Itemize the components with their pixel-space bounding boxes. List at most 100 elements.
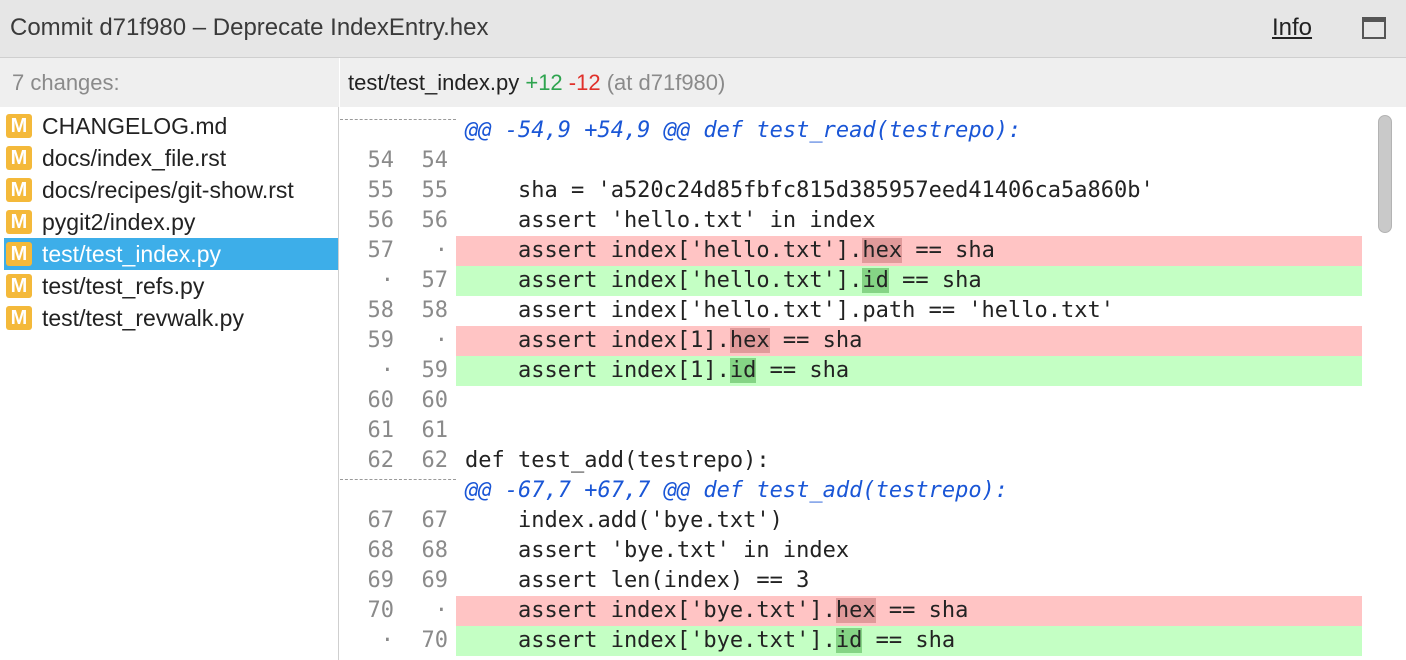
file-name: docs/recipes/git-show.rst	[42, 177, 294, 203]
new-line-number: 68	[421, 538, 449, 563]
old-line-number: 55	[367, 178, 395, 203]
new-line-number: 59	[421, 358, 449, 383]
new-line-number: 54	[421, 148, 449, 173]
old-line-number: 60	[367, 388, 395, 413]
code-prefix: assert index['hello.txt'].	[465, 238, 863, 263]
file-list-item[interactable]: Mtest/test_refs.py	[4, 270, 338, 302]
modified-status-badge: M	[6, 274, 32, 298]
new-line-number: 57	[421, 268, 449, 293]
file-list-item[interactable]: Mtest/test_index.py	[4, 238, 338, 270]
diff-line: 56 56 assert 'hello.txt' in index	[340, 206, 1362, 236]
removed-token-highlight: hex	[835, 598, 876, 623]
new-line-number: 56	[421, 208, 449, 233]
old-line-number: ·	[380, 628, 394, 653]
old-line-number: 68	[367, 538, 395, 563]
diff-header: test/test_index.py +12 -12 (at d71f980)	[340, 58, 1406, 107]
old-line-number: 70	[367, 598, 395, 623]
added-token-highlight: id	[729, 358, 757, 383]
diff-line: · 59 assert index[1].id == sha	[340, 356, 1362, 386]
diff-line: 55 55 sha = 'a520c24d85fbfc815d385957eed4…	[340, 176, 1362, 206]
file-name: docs/index_file.rst	[42, 145, 227, 171]
new-line-number: 70	[421, 628, 449, 653]
code-suffix: == sha	[862, 628, 956, 653]
modified-status-badge: M	[6, 178, 32, 202]
hunk-header: @@ -54,9 +54,9 @@ def test_read(testrepo…	[340, 116, 1362, 146]
code-text: sha = 'a520c24d85fbfc815d385957eed41406c…	[465, 178, 1154, 203]
commit-ref: (at d71f980)	[606, 70, 726, 95]
code-text: assert len(index) == 3	[465, 568, 810, 593]
diff-line: 67 67 index.add('bye.txt')	[340, 506, 1362, 536]
info-link[interactable]: Info	[1272, 14, 1312, 42]
modified-status-badge: M	[6, 306, 32, 330]
code-text: assert index[1].id == sha	[456, 356, 1362, 386]
new-line-number: 69	[421, 568, 449, 593]
new-line-number: ·	[434, 238, 448, 263]
changes-count: 7 changes:	[12, 70, 120, 95]
new-line-number: 67	[421, 508, 449, 533]
code-suffix: == sha	[902, 238, 995, 263]
new-line-number: 60	[421, 388, 449, 413]
file-list-item[interactable]: Mdocs/recipes/git-show.rst	[4, 174, 338, 206]
code-text: assert index['hello.txt'].hex == sha	[456, 236, 1362, 266]
code-text: index.add('bye.txt')	[465, 508, 783, 533]
diff-view[interactable]: @@ -54,9 +54,9 @@ def test_read(testrepo…	[340, 107, 1406, 660]
new-line-number: 58	[421, 298, 449, 323]
code-text: assert index['bye.txt'].hex == sha	[456, 596, 1362, 626]
changes-count-header: 7 changes:	[0, 58, 339, 107]
hunk-header: @@ -67,7 +67,7 @@ def test_add(testrepo)…	[340, 476, 1362, 506]
code-prefix: assert index['hello.txt'].	[465, 268, 863, 293]
diff-line: 61 61	[340, 416, 1362, 446]
file-list-item[interactable]: Mdocs/index_file.rst	[4, 142, 338, 174]
code-text: @@ -67,7 +67,7 @@ def test_add(testrepo)…	[465, 478, 1009, 503]
added-token-highlight: id	[862, 268, 889, 293]
code-suffix: == sha	[875, 598, 969, 623]
removed-token-highlight: hex	[729, 328, 770, 353]
modified-status-badge: M	[6, 242, 32, 266]
old-line-number: 61	[367, 418, 395, 443]
maximize-icon[interactable]	[1362, 17, 1386, 39]
file-list-item[interactable]: M CHANGELOG.md	[4, 110, 338, 142]
new-line-number: ·	[434, 328, 448, 353]
removed-token-highlight: hex	[862, 238, 903, 263]
additions-count: +12	[525, 70, 563, 95]
file-name: test/test_revwalk.py	[42, 305, 244, 331]
code-text: assert index['bye.txt'].id == sha	[456, 626, 1362, 656]
old-line-number: 58	[367, 298, 395, 323]
scrollbar-thumb[interactable]	[1378, 115, 1392, 233]
new-line-number: 55	[421, 178, 449, 203]
diff-line: 70 · assert index['bye.txt'].hex == sha	[340, 596, 1362, 626]
vertical-scrollbar[interactable]	[1362, 107, 1406, 660]
old-line-number: 69	[367, 568, 395, 593]
window-title: Commit d71f980 – Deprecate IndexEntry.he…	[10, 14, 489, 41]
code-text: assert index[1].hex == sha	[456, 326, 1362, 356]
new-line-number: ·	[434, 598, 448, 623]
code-prefix: assert index['bye.txt'].	[465, 628, 836, 653]
diff-line: 57 · assert index['hello.txt'].hex == sha	[340, 236, 1362, 266]
file-list: M CHANGELOG.md Mdocs/index_file.rst Mdocs/r…	[4, 110, 338, 334]
diff-line: 58 58 assert index['hello.txt'].path == '…	[340, 296, 1362, 326]
diff-file-name: test/test_index.py	[348, 70, 520, 95]
file-list-item[interactable]: Mtest/test_revwalk.py	[4, 302, 338, 334]
old-line-number: 54	[367, 148, 395, 173]
code-suffix: == sha	[888, 268, 982, 293]
hunk-separator	[340, 479, 456, 480]
changed-files-panel: 7 changes: M CHANGELOG.md Mdocs/index_file…	[0, 58, 339, 660]
file-list-item[interactable]: Mpygit2/index.py	[4, 206, 338, 238]
diff-line: · 70 assert index['bye.txt'].id == sha	[340, 626, 1362, 656]
code-suffix: == sha	[756, 358, 850, 383]
hunk-separator	[340, 119, 456, 120]
old-line-number: 56	[367, 208, 395, 233]
old-line-number: 67	[367, 508, 395, 533]
old-line-number: 59	[367, 328, 395, 353]
code-prefix: assert index['bye.txt'].	[465, 598, 836, 623]
code-text: assert 'hello.txt' in index	[465, 208, 876, 233]
file-name: CHANGELOG.md	[42, 113, 228, 139]
old-line-number: ·	[380, 268, 394, 293]
code-text: @@ -54,9 +54,9 @@ def test_read(testrepo…	[465, 118, 1022, 143]
code-text: assert index['hello.txt'].path == 'hello…	[465, 298, 1115, 323]
diff-line: 54 54	[340, 146, 1362, 176]
code-prefix: assert index[1].	[465, 358, 730, 383]
diff-line: · 57 assert index['hello.txt'].id == sha	[340, 266, 1362, 296]
diff-line: 62 62 def test_add(testrepo):	[340, 446, 1362, 476]
